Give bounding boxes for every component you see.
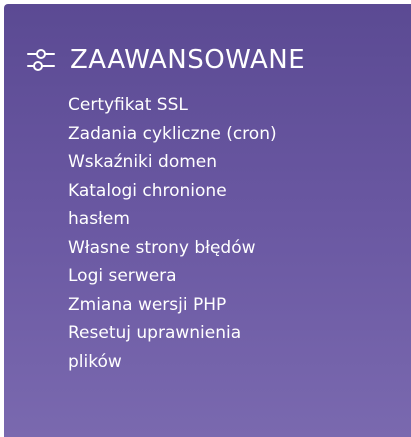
advanced-settings-menu-panel: ZAAWANSOWANE Certyfikat SSL Zadania cykl… xyxy=(4,4,411,437)
menu-item-cron-jobs[interactable]: Zadania cykliczne (cron) xyxy=(68,120,368,149)
sliders-icon xyxy=(24,45,60,75)
section-header-advanced[interactable]: ZAAWANSOWANE xyxy=(24,40,305,80)
menu-item-custom-error-pages[interactable]: Własne strony błędów xyxy=(68,234,368,263)
menu-item-ssl-certificate[interactable]: Certyfikat SSL xyxy=(68,91,368,120)
section-title: ZAAWANSOWANE xyxy=(70,45,306,75)
menu-item-domain-pointers[interactable]: Wskaźniki domen xyxy=(68,148,368,177)
menu-item-reset-file-permissions[interactable]: Resetuj uprawnienia plików xyxy=(68,319,278,376)
menu-item-password-protected-directories[interactable]: Katalogi chronione hasłem xyxy=(68,177,278,234)
advanced-menu-list: Certyfikat SSL Zadania cykliczne (cron) … xyxy=(68,91,368,376)
menu-item-server-logs[interactable]: Logi serwera xyxy=(68,262,368,291)
menu-item-php-version[interactable]: Zmiana wersji PHP xyxy=(68,291,368,320)
